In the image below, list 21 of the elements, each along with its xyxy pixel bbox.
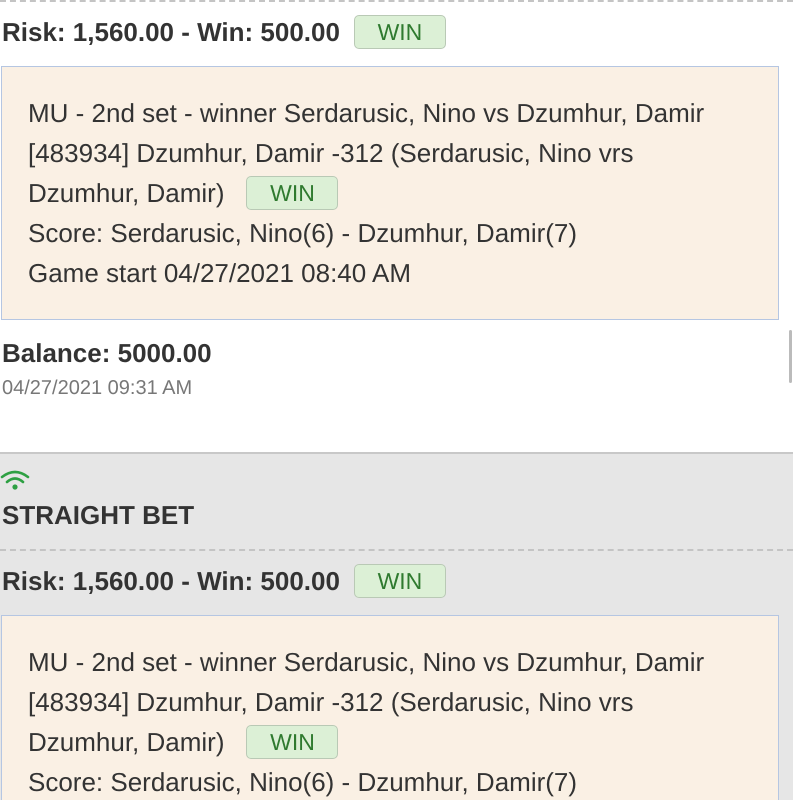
bet-description-line: Dzumhur, Damir): [28, 177, 224, 210]
result-badge: WIN: [354, 15, 446, 49]
bet-description-line: [483934] Dzumhur, Damir -312 (Serdarusic, Nino vrs: [28, 137, 634, 170]
result-badge: WIN: [246, 176, 338, 210]
bet-description-line: [483934] Dzumhur, Damir -312 (Serdarusic, Nino vrs: [28, 686, 634, 719]
bet-description-line: MU - 2nd set - winner Serdarusic, Nino vs Dzumhur, Damir: [28, 97, 706, 130]
risk-win-amounts: Risk: 1,560.00 - Win: 500.00: [2, 566, 340, 596]
wifi-icon: [0, 470, 30, 490]
bet-section[interactable]: [0, 452, 793, 800]
risk-win-amounts: Risk: 1,560.00 - Win: 500.00: [2, 16, 340, 48]
bet-description-line: Dzumhur, Damir): [28, 726, 224, 759]
bet-type-title: STRAIGHT BET: [1, 500, 196, 531]
result-badge: WIN: [246, 725, 338, 759]
scrollbar-thumb[interactable]: [789, 330, 792, 383]
result-badge: WIN: [354, 564, 446, 598]
timestamp-text: 04/27/2021 09:31 AM: [1, 377, 192, 400]
game-start-line: Game start 04/27/2021 08:40 AM: [28, 257, 412, 290]
balance-text: Balance: 5000.00: [1, 338, 212, 369]
bet-description-line: MU - 2nd set - winner Serdarusic, Nino vs Dzumhur, Damir: [28, 646, 706, 679]
score-line: Score: Serdarusic, Nino(6) - Dzumhur, Damir(7): [28, 217, 578, 250]
score-line: Score: Serdarusic, Nino(6) - Dzumhur, Damir(7): [28, 766, 578, 799]
